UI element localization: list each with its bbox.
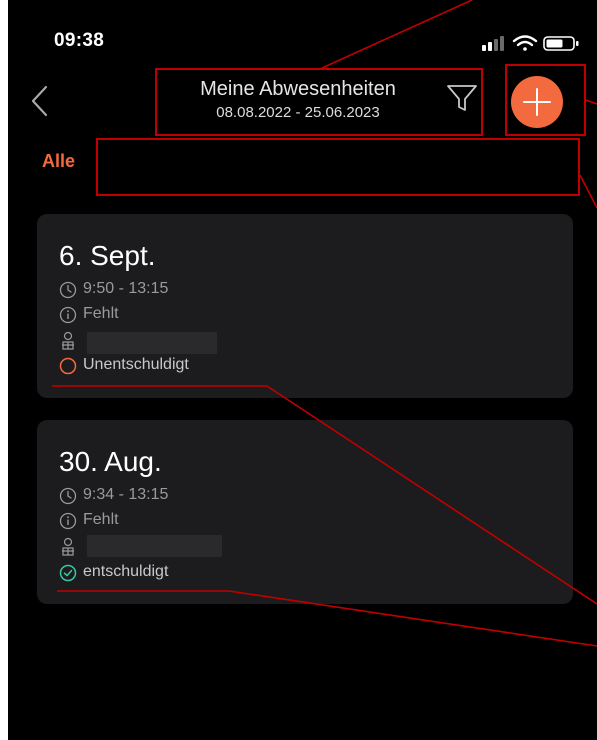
teacher-icon — [62, 537, 74, 556]
absence-card[interactable]: 6. Sept. 9:50 - 13:15 Fehlt Unentschuldi… — [37, 214, 573, 398]
clock-icon — [59, 281, 77, 299]
chevron-left-icon — [31, 85, 48, 117]
filter-button[interactable] — [444, 80, 480, 116]
app-screen: 09:38 Meine Abwesenheiten 08.08.2022 - 2… — [8, 0, 597, 740]
status-time: 09:38 — [54, 30, 105, 51]
absence-date: 30. Aug. — [59, 446, 162, 477]
absence-time: 9:50 - 13:15 — [83, 280, 169, 297]
add-absence-button[interactable] — [511, 76, 563, 128]
clock-icon — [59, 487, 77, 505]
status-bar: 09:38 — [8, 0, 597, 60]
absence-type: Fehlt — [83, 511, 119, 528]
status-icons — [482, 35, 579, 51]
signal-icon — [482, 36, 504, 51]
filter-icon — [447, 85, 477, 111]
teacher-icon — [62, 331, 74, 350]
tab-alle[interactable]: Alle — [42, 151, 75, 172]
absence-status: Unentschuldigt — [83, 356, 189, 373]
open-circle-icon — [59, 357, 77, 375]
redacted-teacher — [87, 535, 222, 557]
check-circle-icon — [59, 564, 77, 582]
absence-card[interactable]: 30. Aug. 9:34 - 13:15 Fehlt entschuldigt — [37, 420, 573, 604]
battery-icon — [543, 36, 579, 51]
redacted-teacher — [87, 332, 217, 354]
absence-time: 9:34 - 13:15 — [83, 486, 169, 503]
page-title: Meine Abwesenheiten — [200, 78, 396, 100]
absence-type: Fehlt — [83, 305, 119, 322]
absence-date: 6. Sept. — [59, 240, 156, 271]
info-icon — [59, 306, 77, 324]
back-button[interactable] — [26, 84, 56, 118]
wifi-icon — [512, 35, 538, 51]
absence-status: entschuldigt — [83, 563, 169, 580]
date-range[interactable]: 08.08.2022 - 25.06.2023 — [158, 104, 438, 121]
info-icon — [59, 512, 77, 530]
